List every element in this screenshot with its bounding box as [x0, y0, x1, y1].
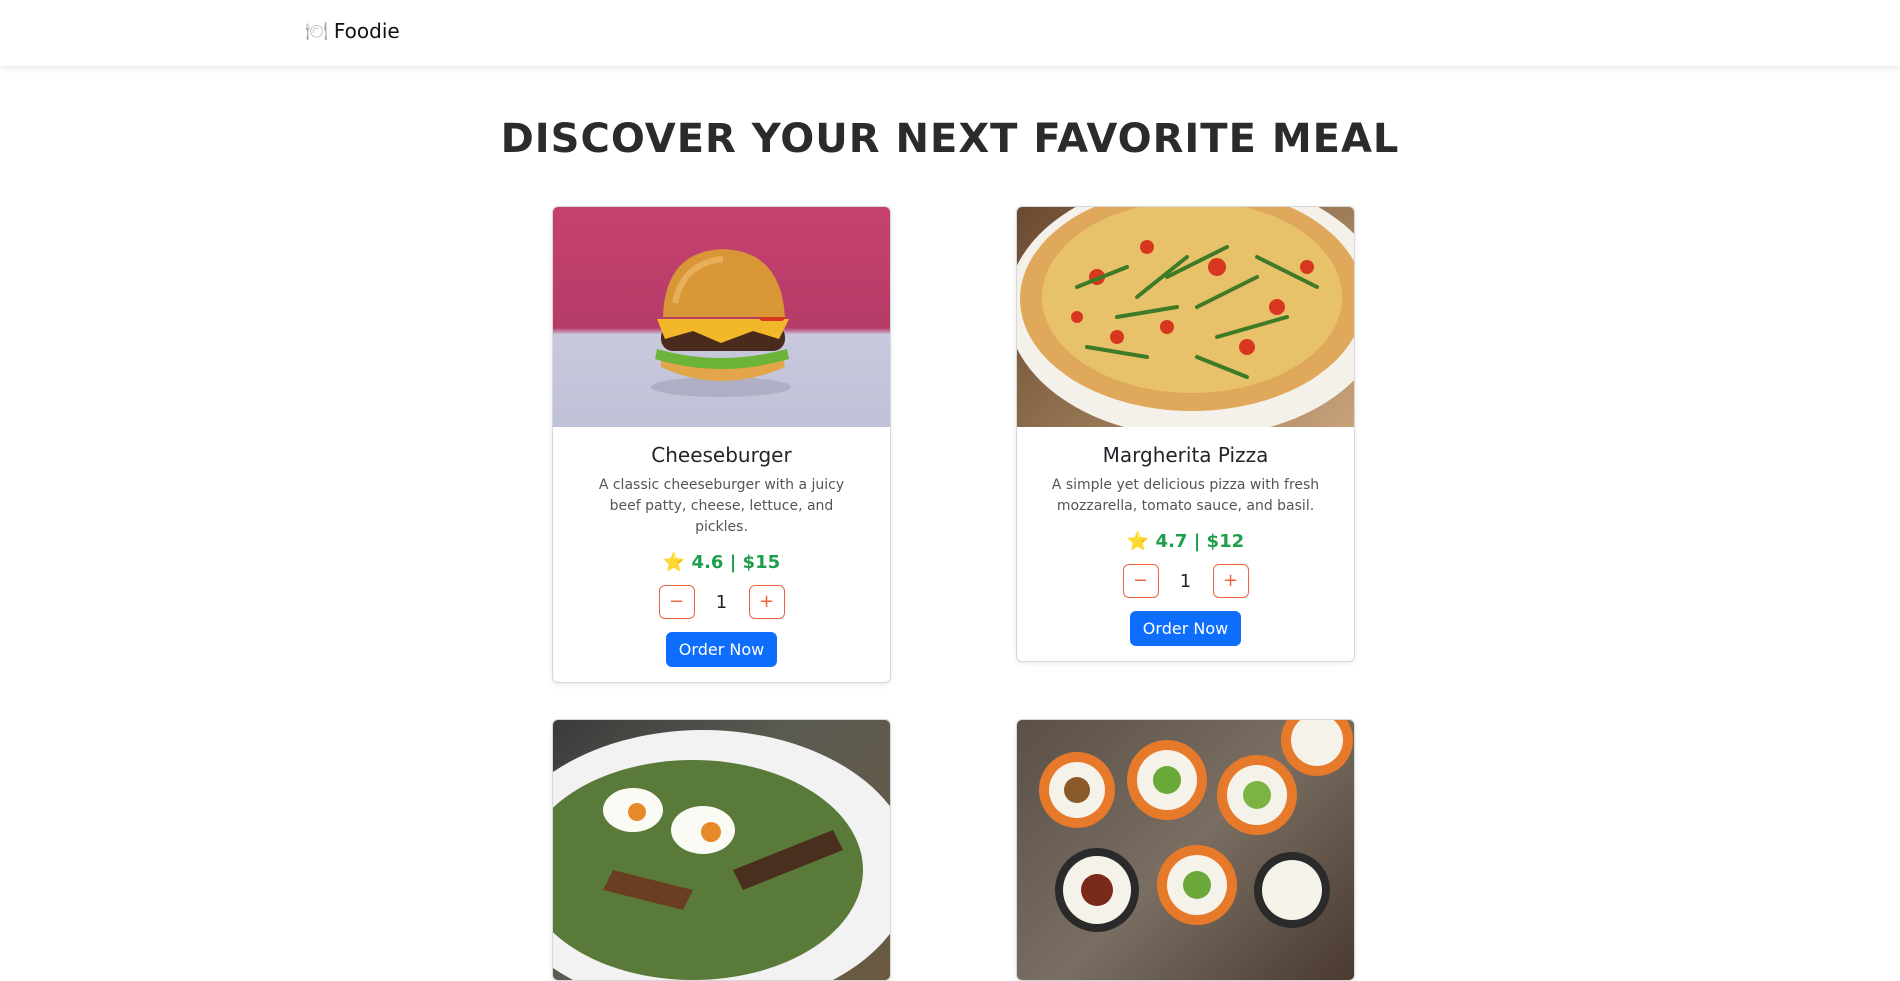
sushi-illustration	[1039, 720, 1353, 932]
page-title: DISCOVER YOUR NEXT FAVORITE MEAL	[500, 116, 1400, 162]
order-now-button[interactable]: Order Now	[1129, 611, 1242, 646]
card-title: Margherita Pizza	[1102, 443, 1269, 467]
cheeseburger-photo	[553, 207, 890, 427]
salad-photo	[553, 720, 890, 980]
rating-price: ⭐ 4.7 | $12	[1126, 531, 1245, 552]
cheeseburger-illustration	[651, 249, 791, 397]
brand-label: Foodie	[333, 19, 400, 43]
food-card-margherita-pizza: Margherita Pizza A simple yet delicious …	[1016, 206, 1355, 662]
card-description: A classic cheeseburger with a juicy beef…	[598, 477, 845, 535]
salad-illustration	[553, 730, 890, 980]
rating-price: ⭐ 4.6 | $15	[662, 552, 781, 573]
increment-button[interactable]: +	[748, 585, 785, 619]
quantity-stepper: − 1 +	[569, 585, 874, 619]
card-title: Cheeseburger	[651, 443, 792, 467]
pizza-illustration	[1017, 207, 1354, 427]
card-description: A simple yet delicious pizza with fresh …	[1051, 477, 1320, 514]
navbar: 🍽 Foodie	[0, 0, 1900, 66]
decrement-button[interactable]: −	[1122, 564, 1159, 598]
plate-cutlery-icon: 🍽	[305, 20, 328, 42]
increment-button[interactable]: +	[1212, 564, 1249, 598]
brand-link[interactable]: 🍽 Foodie	[305, 19, 400, 43]
food-card-salad	[552, 719, 891, 981]
food-card-cheeseburger: Cheeseburger A classic cheeseburger with…	[552, 206, 891, 683]
sushi-photo	[1017, 720, 1354, 980]
quantity-value: 1	[1179, 570, 1192, 592]
decrement-button[interactable]: −	[658, 585, 695, 619]
pizza-photo	[1017, 207, 1354, 427]
quantity-value: 1	[715, 591, 728, 613]
quantity-stepper: − 1 +	[1033, 564, 1338, 598]
food-card-sushi	[1016, 719, 1355, 981]
order-now-button[interactable]: Order Now	[665, 632, 778, 667]
